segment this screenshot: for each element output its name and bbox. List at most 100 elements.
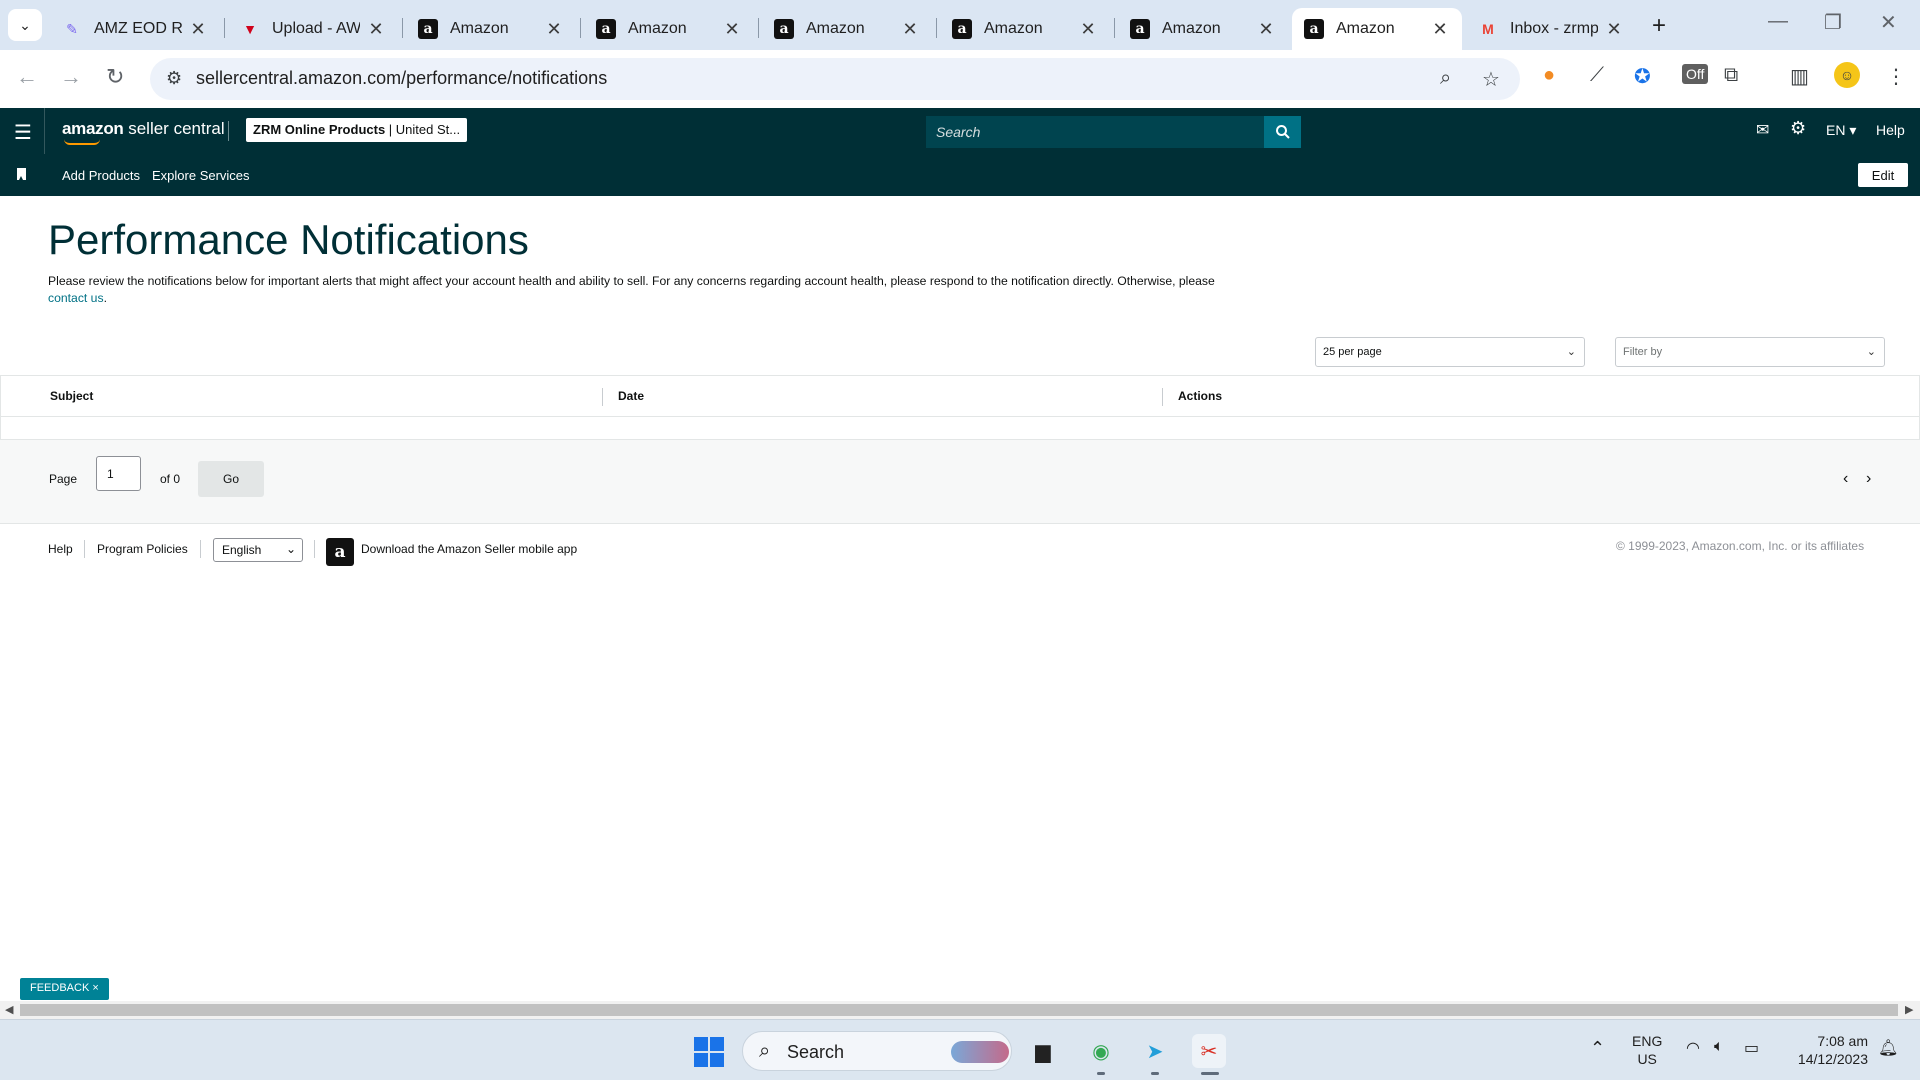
scroll-right-icon[interactable]: ▶ <box>1905 1003 1913 1016</box>
browser-tab[interactable]: ▼ Upload - AW ✕ <box>228 8 398 50</box>
prev-page-icon[interactable]: ‹ <box>1843 470 1848 488</box>
download-app-link[interactable]: Download the Amazon Seller mobile app <box>361 542 577 556</box>
hamburger-menu-icon[interactable]: ☰ <box>14 120 32 145</box>
page-count: of 0 <box>160 472 181 486</box>
feedback-button[interactable]: FEEDBACK × <box>20 978 109 1000</box>
close-icon[interactable]: ✕ <box>722 19 742 40</box>
search-input[interactable] <box>926 116 1264 148</box>
seller-central-subnav: Add Products Explore Services Edit <box>0 154 1920 196</box>
browser-tab[interactable]: a Amazon ✕ <box>406 8 576 50</box>
account-switcher[interactable]: ZRM Online Products | United St... <box>246 118 468 142</box>
amazon-icon: a <box>418 19 438 39</box>
chevron-down-icon: ⌄ <box>285 542 296 556</box>
tray-overflow-icon[interactable]: ⌃ <box>1590 1038 1605 1059</box>
amazon-seller-central-logo[interactable]: amazon seller central <box>62 119 225 145</box>
column-date[interactable]: Date <box>618 389 644 403</box>
edit-button[interactable]: Edit <box>1858 163 1908 187</box>
browser-tab[interactable]: a Amazon ✕ <box>1118 8 1288 50</box>
browser-tab-active[interactable]: a Amazon ✕ <box>1292 8 1462 50</box>
amazon-icon: a <box>1304 19 1324 39</box>
scroll-left-icon[interactable]: ◀ <box>5 1003 13 1016</box>
extensions-puzzle-icon[interactable]: ⧉ <box>1724 64 1738 87</box>
help-link[interactable]: Help <box>1876 122 1905 138</box>
file-explorer-icon[interactable]: ▆ <box>1026 1034 1060 1068</box>
close-icon[interactable]: ✕ <box>900 19 920 40</box>
back-icon[interactable]: ← <box>16 64 38 90</box>
chrome-icon[interactable]: ◉ <box>1084 1034 1118 1068</box>
browser-tab[interactable]: a Amazon ✕ <box>762 8 932 50</box>
minimize-icon[interactable]: — <box>1768 10 1788 33</box>
close-icon[interactable]: ✕ <box>1256 19 1276 40</box>
subnav-add-products[interactable]: Add Products <box>62 168 140 183</box>
upload-icon: ▼ <box>243 21 257 37</box>
amazon-icon: a <box>774 19 794 39</box>
settings-gear-icon[interactable]: ⚙ <box>1790 118 1806 139</box>
go-button[interactable]: Go <box>198 461 264 497</box>
close-icon[interactable]: ✕ <box>1604 19 1624 40</box>
address-bar[interactable]: ⚙ sellercentral.amazon.com/performance/n… <box>150 58 1520 100</box>
footer-program-policies-link[interactable]: Program Policies <box>97 542 188 556</box>
extension-icon[interactable]: ⟋ <box>1590 64 1604 87</box>
zoom-icon[interactable]: ⌕ <box>1440 67 1451 90</box>
wifi-icon[interactable]: ◠ <box>1686 1038 1700 1058</box>
extension-icon[interactable]: ✪ <box>1634 64 1651 89</box>
clickup-icon: ✎ <box>66 20 78 37</box>
forward-icon[interactable]: → <box>60 64 82 90</box>
filter-select[interactable]: Filter by ⌄ <box>1615 337 1885 367</box>
browser-tab[interactable]: a Amazon ✕ <box>584 8 754 50</box>
next-page-icon[interactable]: › <box>1866 470 1871 488</box>
bookmark-star-icon[interactable]: ☆ <box>1482 67 1500 92</box>
column-actions: Actions <box>1178 389 1223 403</box>
reload-icon[interactable]: ↻ <box>106 64 124 90</box>
new-tab-icon[interactable]: + <box>1652 12 1666 40</box>
column-subject[interactable]: Subject <box>50 389 93 403</box>
language-selector[interactable]: EN ▾ <box>1826 122 1856 139</box>
per-page-select[interactable]: 25 per page ⌄ <box>1315 337 1585 367</box>
close-icon[interactable]: ✕ <box>1078 19 1098 40</box>
browser-tab[interactable]: M Inbox - zrmp ✕ <box>1466 8 1636 50</box>
volume-icon[interactable]: 🔈︎ <box>1714 1038 1724 1056</box>
horizontal-scrollbar[interactable]: ◀ ▶ <box>0 1001 1920 1019</box>
scrollbar-thumb[interactable] <box>20 1004 1898 1016</box>
page-number-input[interactable] <box>96 456 141 491</box>
tab-search-button[interactable]: ⌄ <box>8 9 42 41</box>
battery-icon[interactable]: ▭ <box>1744 1038 1759 1058</box>
chevron-down-icon: ⌄ <box>19 16 31 33</box>
browser-menu-icon[interactable]: ⋮ <box>1886 64 1906 89</box>
browser-tab-strip: ⌄ ✎ AMZ EOD Re ✕ ▼ Upload - AW ✕ a Amazo… <box>0 0 1920 50</box>
restore-icon[interactable]: ❐ <box>1824 10 1842 35</box>
subnav-explore-services[interactable]: Explore Services <box>152 168 250 183</box>
site-info-icon[interactable]: ⚙ <box>166 68 182 89</box>
clock[interactable]: 7:08 am 14/12/2023 <box>1784 1032 1868 1068</box>
contact-us-link[interactable]: contact us <box>48 291 104 305</box>
amazon-app-icon[interactable]: a <box>326 538 354 566</box>
footer-help-link[interactable]: Help <box>48 542 73 556</box>
notification-bell-icon[interactable]: 🔔︎ <box>1878 1038 1898 1058</box>
page-title: Performance Notifications <box>48 216 529 263</box>
telegram-icon[interactable]: ➤ <box>1138 1034 1172 1068</box>
snipping-tool-icon[interactable]: ✂ <box>1192 1034 1226 1068</box>
browser-tab[interactable]: ✎ AMZ EOD Re ✕ <box>50 8 220 50</box>
bookmark-icon[interactable] <box>17 168 26 180</box>
search-button[interactable] <box>1264 116 1301 148</box>
profile-avatar[interactable]: ☺ <box>1834 62 1860 88</box>
input-language-indicator[interactable]: ENG US <box>1632 1032 1662 1068</box>
mail-icon[interactable]: ✉ <box>1756 120 1769 140</box>
amazon-icon: a <box>596 19 616 39</box>
windows-start-icon[interactable] <box>694 1037 724 1067</box>
close-icon[interactable]: ✕ <box>366 19 386 40</box>
close-icon[interactable]: ✕ <box>188 19 208 40</box>
close-icon[interactable]: ✕ <box>544 19 564 40</box>
taskbar-search[interactable]: ⌕ Search <box>742 1031 1012 1071</box>
extension-icon[interactable]: Off <box>1682 64 1709 84</box>
window-close-icon[interactable]: ✕ <box>1880 10 1897 35</box>
tab-title: Inbox - zrmp <box>1510 20 1598 37</box>
footer-language-select[interactable]: English ⌄ <box>213 538 303 562</box>
chevron-down-icon: ⌄ <box>1566 346 1576 358</box>
close-icon[interactable]: ✕ <box>1430 19 1450 40</box>
side-panel-icon[interactable]: ▥ <box>1790 64 1809 89</box>
url-text[interactable]: sellercentral.amazon.com/performance/not… <box>196 68 607 89</box>
tab-title: Amazon <box>450 20 509 37</box>
extension-icon[interactable]: ● <box>1543 64 1555 87</box>
browser-tab[interactable]: a Amazon ✕ <box>940 8 1110 50</box>
